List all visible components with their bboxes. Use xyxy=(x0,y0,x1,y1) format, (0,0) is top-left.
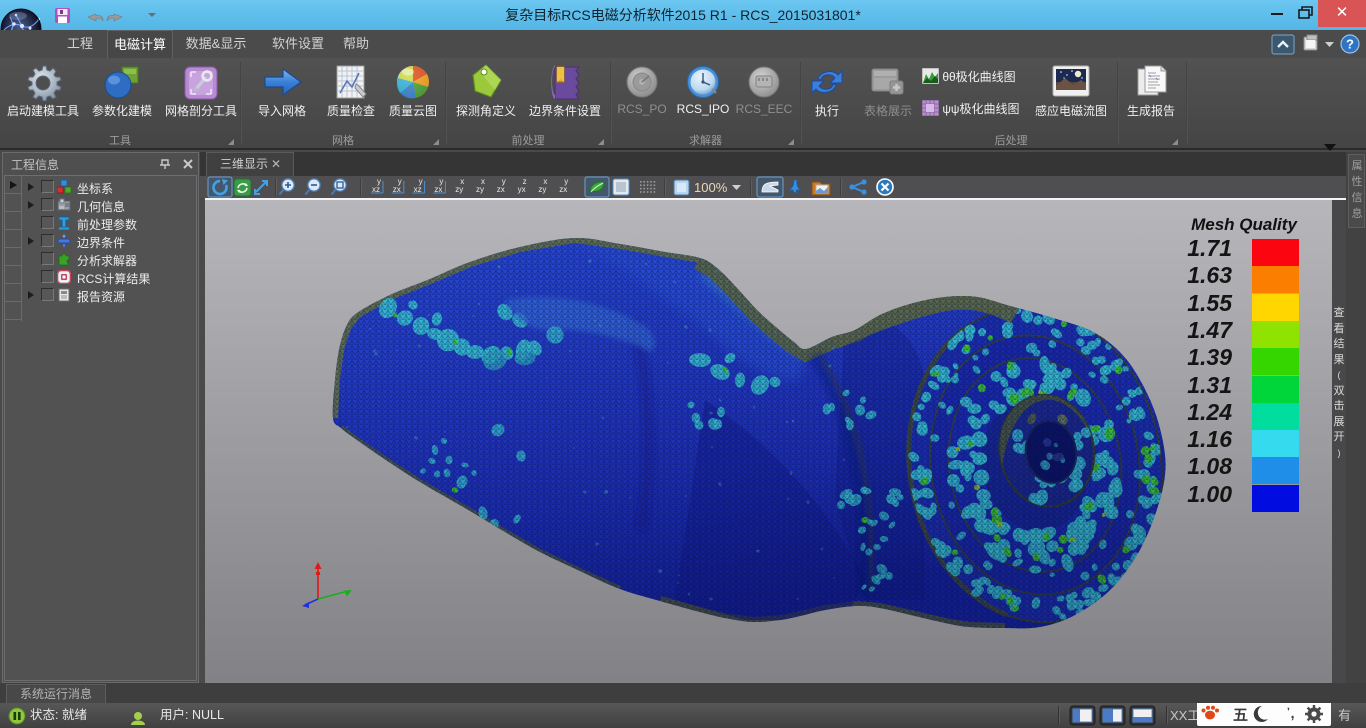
svg-text:x: x xyxy=(481,177,485,186)
svg-text:zx: zx xyxy=(559,185,567,194)
svg-text:y: y xyxy=(377,177,381,186)
svg-text:zy: zy xyxy=(455,185,463,194)
svg-text:zy: zy xyxy=(538,185,546,194)
svg-text:y: y xyxy=(398,177,402,186)
svg-text:XX工: XX工 xyxy=(1170,708,1200,723)
svg-text:zy: zy xyxy=(476,185,484,194)
svg-text:᾽,: ᾽, xyxy=(1286,705,1295,721)
svg-text:y: y xyxy=(419,177,423,186)
svg-text:五: 五 xyxy=(1233,707,1248,724)
svg-text:有: 有 xyxy=(1338,708,1351,723)
svg-text:y: y xyxy=(439,177,443,186)
svg-text:y: y xyxy=(502,177,506,186)
svg-text:x: x xyxy=(543,177,547,186)
svg-text:y: y xyxy=(564,177,568,186)
svg-text:x: x xyxy=(460,177,464,186)
svg-text:z: z xyxy=(523,177,527,186)
svg-text:100%: 100% xyxy=(694,180,728,195)
svg-text:?: ? xyxy=(1346,37,1354,52)
svg-text:yx: yx xyxy=(518,185,526,194)
svg-text:zx: zx xyxy=(497,185,505,194)
